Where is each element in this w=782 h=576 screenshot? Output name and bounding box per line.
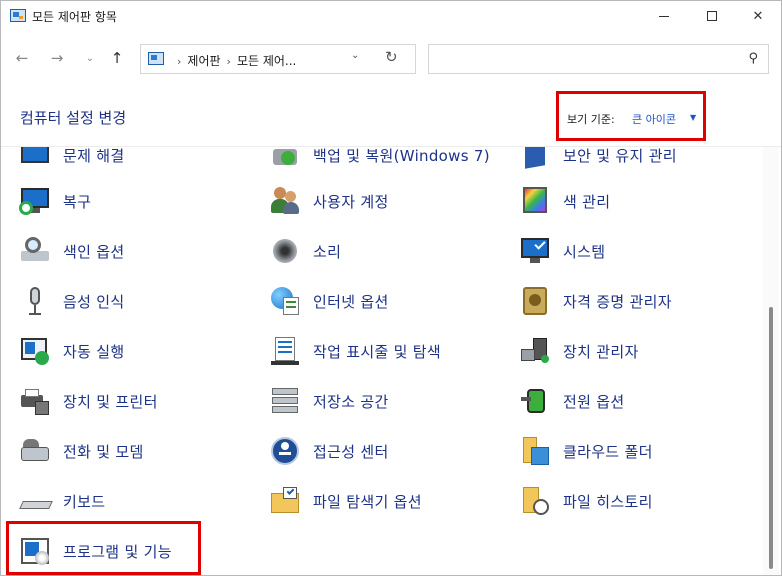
arrow-right-icon: → bbox=[50, 49, 64, 67]
title-bar: 모든 제어판 항목 ✕ bbox=[1, 1, 781, 33]
minimize-icon bbox=[659, 15, 669, 17]
autoplay-icon bbox=[19, 335, 51, 367]
power-options-icon bbox=[519, 385, 551, 417]
item-cloud-folder[interactable]: 클라우드 폴더 bbox=[519, 431, 759, 471]
recovery-icon bbox=[19, 185, 51, 217]
caret-down-icon[interactable]: ▼ bbox=[690, 113, 696, 122]
arrow-up-icon: ↑ bbox=[110, 49, 124, 67]
close-icon: ✕ bbox=[752, 8, 764, 24]
control-panel-icon bbox=[148, 52, 164, 65]
address-dropdown-icon[interactable]: ⌄ bbox=[351, 50, 359, 61]
backup-restore-icon bbox=[269, 147, 301, 171]
item-devices-printers[interactable]: 장치 및 프린터 bbox=[19, 381, 259, 421]
item-internet-options[interactable]: 인터넷 옵션 bbox=[269, 281, 509, 321]
item-phone-modem[interactable]: 전화 및 모뎀 bbox=[19, 431, 259, 471]
breadcrumb-separator[interactable]: › bbox=[177, 55, 181, 68]
item-file-history[interactable]: 파일 히스토리 bbox=[519, 481, 759, 521]
sound-icon bbox=[269, 235, 301, 267]
vertical-scrollbar[interactable] bbox=[763, 147, 779, 575]
minimize-button[interactable] bbox=[641, 1, 687, 31]
breadcrumb-separator[interactable]: › bbox=[227, 55, 231, 68]
internet-options-icon bbox=[269, 285, 301, 317]
navigation-bar: ← → ⌄ ↑ › 제어판 › 모든 제어... ⌄ ↻ ⚲ bbox=[1, 35, 781, 83]
item-sound[interactable]: 소리 bbox=[269, 231, 509, 271]
arrow-left-icon: ← bbox=[15, 49, 29, 67]
control-panel-icon bbox=[10, 9, 26, 22]
item-user-accounts[interactable]: 사용자 계정 bbox=[269, 181, 509, 221]
breadcrumb: › 제어판 › 모든 제어... bbox=[171, 52, 296, 69]
item-indexing-options[interactable]: 색인 옵션 bbox=[19, 231, 259, 271]
item-taskbar-navigation[interactable]: 작업 표시줄 및 탐색 bbox=[269, 331, 509, 371]
highlight-programs-features bbox=[6, 521, 201, 575]
content-header: 컴퓨터 설정 변경 보기 기준: 큰 아이콘 ▼ bbox=[1, 85, 781, 147]
item-storage-spaces[interactable]: 저장소 공간 bbox=[269, 381, 509, 421]
devices-printers-icon bbox=[19, 385, 51, 417]
view-by-selector[interactable]: 보기 기준: 큰 아이콘 ▼ bbox=[556, 91, 706, 141]
user-accounts-icon bbox=[269, 185, 301, 217]
scrollbar-thumb[interactable] bbox=[769, 307, 773, 569]
item-ease-of-access[interactable]: 접근성 센터 bbox=[269, 431, 509, 471]
search-icon[interactable]: ⚲ bbox=[748, 51, 758, 66]
file-explorer-options-icon bbox=[269, 485, 301, 517]
indexing-options-icon bbox=[19, 235, 51, 267]
search-input[interactable]: ⚲ bbox=[428, 44, 769, 74]
breadcrumb-control-panel[interactable]: 제어판 bbox=[187, 54, 220, 68]
item-autoplay[interactable]: 자동 실행 bbox=[19, 331, 259, 371]
item-file-explorer-options[interactable]: 파일 탐색기 옵션 bbox=[269, 481, 509, 521]
address-bar[interactable]: › 제어판 › 모든 제어... ⌄ ↻ bbox=[140, 44, 416, 74]
close-button[interactable]: ✕ bbox=[735, 1, 781, 31]
file-history-icon bbox=[519, 485, 551, 517]
item-color-management[interactable]: 색 관리 bbox=[519, 181, 759, 221]
chevron-down-icon: ⌄ bbox=[85, 52, 95, 64]
item-speech-recognition[interactable]: 음성 인식 bbox=[19, 281, 259, 321]
item-system[interactable]: 시스템 bbox=[519, 231, 759, 271]
troubleshooting-icon bbox=[19, 147, 51, 171]
speech-recognition-icon bbox=[19, 285, 51, 317]
security-maintenance-icon bbox=[519, 147, 551, 171]
device-manager-icon bbox=[519, 335, 551, 367]
keyboard-icon bbox=[19, 485, 53, 517]
up-button[interactable]: ↑ bbox=[106, 47, 128, 69]
cloud-folder-icon bbox=[519, 435, 551, 467]
recent-locations-button[interactable]: ⌄ bbox=[79, 47, 101, 69]
taskbar-navigation-icon bbox=[269, 335, 301, 367]
page-title: 컴퓨터 설정 변경 bbox=[20, 109, 127, 127]
window-title: 모든 제어판 항목 bbox=[32, 10, 117, 24]
item-keyboard[interactable]: 키보드 bbox=[19, 481, 259, 521]
back-button[interactable]: ← bbox=[11, 47, 33, 69]
item-recovery[interactable]: 복구 bbox=[19, 181, 259, 221]
refresh-icon[interactable]: ↻ bbox=[385, 48, 398, 66]
item-troubleshooting[interactable]: 문제 해결 bbox=[19, 147, 259, 175]
item-power-options[interactable]: 전원 옵션 bbox=[519, 381, 759, 421]
color-management-icon bbox=[519, 185, 551, 217]
view-by-value[interactable]: 큰 아이콘 bbox=[632, 111, 676, 127]
ease-of-access-icon bbox=[269, 435, 301, 467]
breadcrumb-all-items[interactable]: 모든 제어... bbox=[237, 54, 296, 68]
control-panel-items: 문제 해결 백업 및 복원(Windows 7) 보안 및 유지 관리 복구 사… bbox=[1, 147, 761, 575]
system-icon bbox=[519, 235, 551, 267]
item-device-manager[interactable]: 장치 관리자 bbox=[519, 331, 759, 371]
item-credential-manager[interactable]: 자격 증명 관리자 bbox=[519, 281, 759, 321]
maximize-button[interactable] bbox=[689, 1, 735, 31]
item-security-maintenance[interactable]: 보안 및 유지 관리 bbox=[519, 147, 759, 175]
control-panel-window: 모든 제어판 항목 ✕ ← → ⌄ ↑ › 제어판 › 모든 제어... ⌄ ↻ ⚲ … bbox=[0, 0, 782, 576]
phone-modem-icon bbox=[19, 435, 51, 467]
view-by-label: 보기 기준: bbox=[567, 113, 615, 126]
forward-button[interactable]: → bbox=[46, 47, 68, 69]
storage-spaces-icon bbox=[269, 385, 301, 417]
item-backup-restore[interactable]: 백업 및 복원(Windows 7) bbox=[269, 147, 509, 175]
credential-manager-icon bbox=[519, 285, 551, 317]
maximize-icon bbox=[707, 11, 717, 21]
